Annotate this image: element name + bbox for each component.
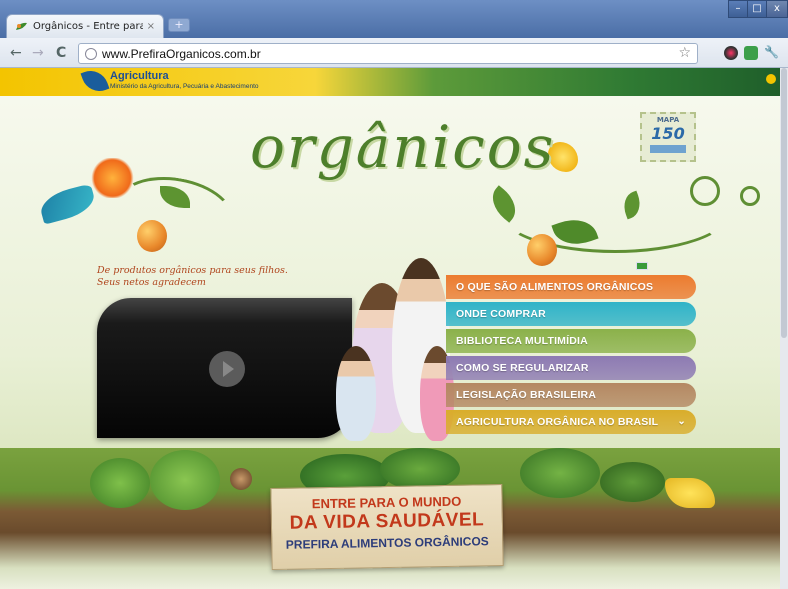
browser-window: Orgânicos - Entre para o ... × + – □ x ←… xyxy=(0,0,788,589)
slogan-line-2: Seus netos agradecem xyxy=(97,277,206,288)
menu-item-onde-comprar[interactable]: ONDE COMPRAR xyxy=(446,302,696,326)
mapa-150-seal[interactable]: MAPA 150 xyxy=(640,112,696,162)
flower-decoration xyxy=(90,158,135,198)
menu-item-biblioteca[interactable]: BIBLIOTECA MULTIMÍDIA xyxy=(446,329,696,353)
mushroom-decoration xyxy=(230,468,252,490)
banner-line-2: DA VIDA SAUDÁVEL xyxy=(289,509,485,534)
video-player[interactable] xyxy=(97,298,352,438)
main-menu: O QUE SÃO ALIMENTOS ORGÂNICOS ONDE COMPR… xyxy=(446,275,696,437)
cabbage-decoration xyxy=(520,448,600,498)
organicos-logo[interactable]: orgânicos xyxy=(250,113,555,181)
leaf-favicon-icon xyxy=(16,22,27,30)
government-bar: Agricultura Ministério da Agricultura, P… xyxy=(0,68,788,97)
new-tab-button[interactable]: + xyxy=(168,18,190,32)
address-bar[interactable]: www.PrefiraOrganicos.com.br ☆ xyxy=(78,43,698,64)
orange-fruit-icon xyxy=(527,234,557,266)
orange-fruit-icon xyxy=(137,220,167,252)
brazil-emblem-icon xyxy=(766,74,776,84)
extension-icon[interactable] xyxy=(724,46,738,60)
minimize-button[interactable]: – xyxy=(728,0,748,18)
brazil-flag-icon[interactable] xyxy=(636,262,648,270)
tab-close-icon[interactable]: × xyxy=(147,21,155,32)
vine-curl xyxy=(740,186,760,206)
forward-button[interactable]: → xyxy=(32,44,44,62)
ministry-subtitle: Ministério da Agricultura, Pecuária e Ab… xyxy=(110,83,259,90)
tab-title: Orgânicos - Entre para o ... xyxy=(33,21,143,32)
web-page: Agricultura Ministério da Agricultura, P… xyxy=(0,68,788,589)
reload-button[interactable]: C xyxy=(56,44,66,62)
menu-item-o-que-sao[interactable]: O QUE SÃO ALIMENTOS ORGÂNICOS xyxy=(446,275,696,299)
wrench-menu-icon[interactable]: 🔧 xyxy=(764,43,779,61)
watermelon-decoration xyxy=(600,462,665,502)
chevron-down-icon[interactable]: ⌄ xyxy=(677,410,686,434)
cta-banner[interactable]: ENTRE PARA O MUNDO DA VIDA SAUDÁVEL PREF… xyxy=(270,483,504,571)
vine-curl xyxy=(690,176,720,206)
ministry-title[interactable]: Agricultura xyxy=(110,70,169,82)
page-info-icon[interactable] xyxy=(85,47,97,60)
slogan-line-1: De produtos orgânicos para seus filhos. xyxy=(97,265,288,276)
extension-green-icon[interactable] xyxy=(744,46,758,60)
seal-stripe xyxy=(650,145,686,153)
lettuce-decoration xyxy=(90,458,150,508)
menu-item-regularizar[interactable]: COMO SE REGULARIZAR xyxy=(446,356,696,380)
lettuce-decoration xyxy=(150,450,220,510)
banana-decoration xyxy=(665,478,715,508)
boy-figure xyxy=(336,346,376,441)
hummingbird-icon xyxy=(37,183,98,225)
close-window-button[interactable]: x xyxy=(766,0,788,18)
play-button-icon[interactable] xyxy=(209,351,245,387)
maximize-button[interactable]: □ xyxy=(747,0,767,18)
slogan: De produtos orgânicos para seus filhos. … xyxy=(97,265,288,289)
ministry-logo-icon[interactable] xyxy=(80,68,110,97)
seal-label: MAPA xyxy=(656,116,680,124)
browser-tab[interactable]: Orgânicos - Entre para o ... × xyxy=(6,14,164,38)
watermelon-decoration xyxy=(380,448,460,490)
back-button[interactable]: ← xyxy=(10,44,22,62)
scrollbar-thumb[interactable] xyxy=(781,68,787,338)
title-bar: Orgânicos - Entre para o ... × + – □ x xyxy=(0,0,788,38)
banner-line-3: PREFIRA ALIMENTOS ORGÂNICOS xyxy=(285,534,489,552)
browser-toolbar: ← → C www.PrefiraOrganicos.com.br ☆ 🔧 xyxy=(0,38,788,68)
menu-item-agricultura-brasil[interactable]: AGRICULTURA ORGÂNICA NO BRASIL ⌄ xyxy=(446,410,696,434)
bookmark-star-icon[interactable]: ☆ xyxy=(678,45,691,61)
page-scrollbar[interactable] xyxy=(780,68,788,589)
url-text: www.PrefiraOrganicos.com.br xyxy=(102,46,261,61)
menu-item-legislacao[interactable]: LEGISLAÇÃO BRASILEIRA xyxy=(446,383,696,407)
seal-number: 150 xyxy=(651,124,685,143)
